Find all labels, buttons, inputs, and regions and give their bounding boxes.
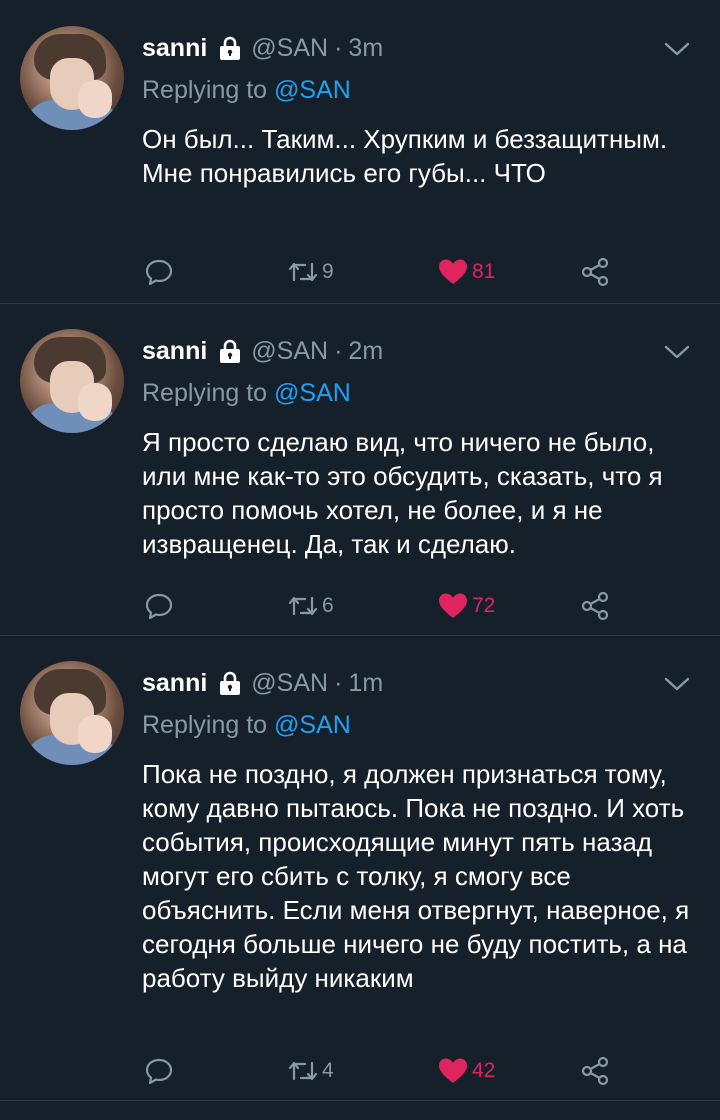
tweet-text: Я просто сделаю вид, что ничего не было,… xyxy=(142,427,663,559)
lock-icon xyxy=(217,35,243,61)
mention-link[interactable]: @SAN xyxy=(274,379,351,407)
mention-link[interactable]: @SAN xyxy=(274,76,351,104)
chevron-down-icon[interactable] xyxy=(664,341,690,363)
timestamp[interactable]: 1m xyxy=(348,669,383,698)
retweet-button[interactable]: 9 xyxy=(288,252,334,292)
tweet-text: Пока не поздно, я должен признаться тому… xyxy=(142,759,690,993)
replying-to: Replying to @SAN xyxy=(142,379,351,408)
replying-to-label: Replying to xyxy=(142,711,268,739)
timestamp[interactable]: 3m xyxy=(348,34,383,63)
like-count: 72 xyxy=(472,594,496,617)
retweet-icon xyxy=(288,260,318,284)
retweet-count: 6 xyxy=(322,594,334,617)
lock-icon xyxy=(217,338,243,364)
retweet-button[interactable]: 6 xyxy=(288,586,334,626)
tweet-actions: 4 42 xyxy=(142,1051,622,1091)
like-button[interactable]: 81 xyxy=(438,252,495,292)
share-button[interactable] xyxy=(580,586,610,626)
tweet-header: sanni @SAN · 2m xyxy=(142,333,383,369)
avatar[interactable] xyxy=(20,329,124,433)
retweet-count: 9 xyxy=(322,260,334,283)
retweet-icon xyxy=(288,1059,318,1083)
reply-button[interactable] xyxy=(144,586,174,626)
heart-icon xyxy=(438,258,468,286)
separator: · xyxy=(334,33,343,62)
user-handle[interactable]: @SAN xyxy=(251,34,328,63)
mention-link[interactable]: @SAN xyxy=(274,711,351,739)
chevron-down-icon[interactable] xyxy=(664,673,690,695)
reply-button[interactable] xyxy=(144,1051,174,1091)
heart-icon xyxy=(438,1057,468,1085)
replying-to: Replying to @SAN xyxy=(142,711,351,740)
tweet-text: Он был... Таким... Хрупким и беззащитным… xyxy=(142,124,668,188)
tweet-actions: 9 81 xyxy=(142,252,622,292)
tweet[interactable]: sanni @SAN · 3m Replying to @SAN Он был.… xyxy=(0,0,720,304)
user-name[interactable]: sanni xyxy=(142,34,207,63)
user-name[interactable]: sanni xyxy=(142,337,207,366)
tweet-header: sanni @SAN · 3m xyxy=(142,30,383,66)
retweet-count: 4 xyxy=(322,1059,334,1082)
retweet-button[interactable]: 4 xyxy=(288,1051,334,1091)
tweet-header: sanni @SAN · 1m xyxy=(142,665,383,701)
replying-to-label: Replying to xyxy=(142,76,268,104)
timestamp[interactable]: 2m xyxy=(348,337,383,366)
user-name[interactable]: sanni xyxy=(142,669,207,698)
reply-icon xyxy=(144,1056,174,1086)
avatar[interactable] xyxy=(20,661,124,765)
share-icon xyxy=(580,591,610,621)
reply-icon xyxy=(144,591,174,621)
like-button[interactable]: 72 xyxy=(438,586,495,626)
chevron-down-icon[interactable] xyxy=(664,38,690,60)
share-button[interactable] xyxy=(580,252,610,292)
like-button[interactable]: 42 xyxy=(438,1051,495,1091)
lock-icon xyxy=(217,670,243,696)
separator: · xyxy=(334,336,343,365)
retweet-icon xyxy=(288,594,318,618)
share-icon xyxy=(580,257,610,287)
avatar[interactable] xyxy=(20,26,124,130)
reply-icon xyxy=(144,257,174,287)
like-count: 42 xyxy=(472,1059,496,1082)
like-count: 81 xyxy=(472,260,496,283)
replying-to: Replying to @SAN xyxy=(142,76,351,105)
user-handle[interactable]: @SAN xyxy=(251,337,328,366)
replying-to-label: Replying to xyxy=(142,379,268,407)
share-icon xyxy=(580,1056,610,1086)
reply-button[interactable] xyxy=(144,252,174,292)
tweet-actions: 6 72 xyxy=(142,586,622,626)
user-handle[interactable]: @SAN xyxy=(251,669,328,698)
share-button[interactable] xyxy=(580,1051,610,1091)
heart-icon xyxy=(438,592,468,620)
tweet[interactable]: sanni @SAN · 2m Replying to @SAN Я прост… xyxy=(0,303,720,636)
separator: · xyxy=(334,668,343,697)
tweet[interactable]: sanni @SAN · 1m Replying to @SAN Пока не… xyxy=(0,635,720,1101)
